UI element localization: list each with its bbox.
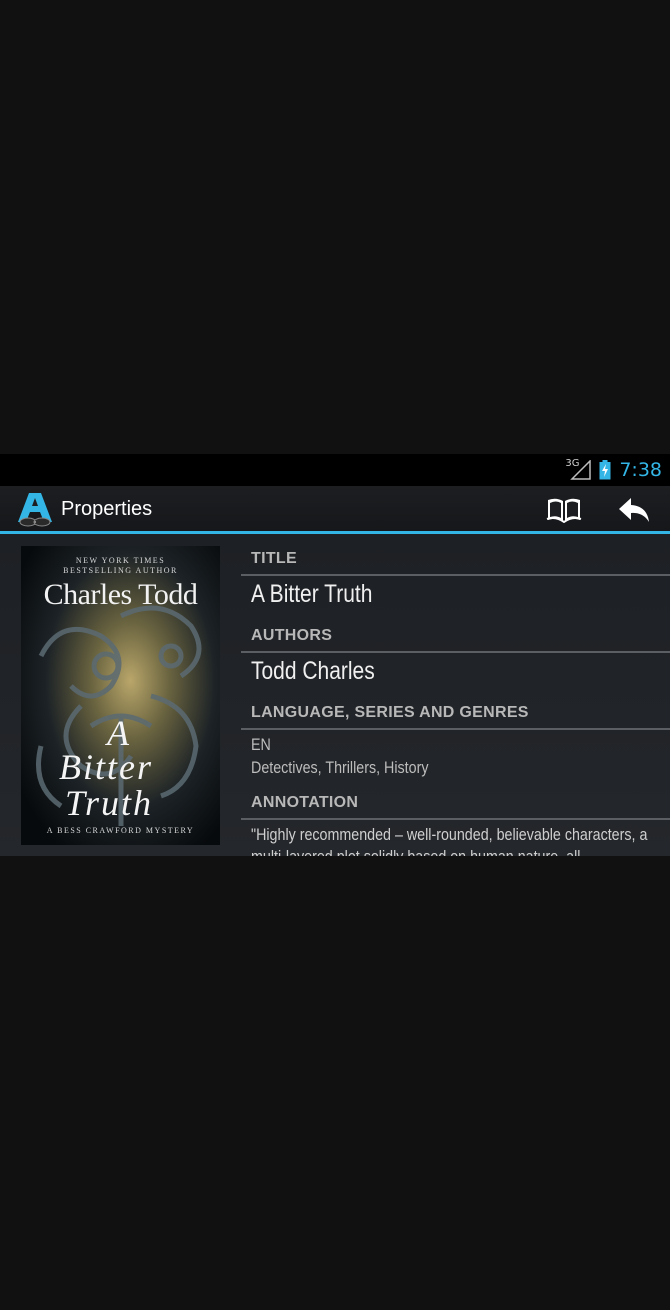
status-clock: 7:38 bbox=[619, 459, 662, 481]
title-header-label: TITLE bbox=[251, 550, 297, 567]
language-value: EN bbox=[251, 735, 271, 754]
page-title: Properties bbox=[61, 498, 153, 520]
cover-tagline: NEW YORK TIMES BESTSELLING AUTHOR bbox=[21, 556, 220, 576]
genres-value: Detectives, Thrillers, History bbox=[251, 758, 429, 777]
language-section-header: LANGUAGE, SERIES AND GENRES bbox=[241, 692, 670, 730]
network-signal-icon: 3G bbox=[565, 458, 592, 480]
cover-author: Charles Todd bbox=[43, 578, 198, 611]
cover-series: A BESS CRAWFORD MYSTERY bbox=[46, 826, 195, 835]
authors-value: Todd Charles bbox=[251, 657, 375, 685]
language-header-label: LANGUAGE, SERIES AND GENRES bbox=[251, 704, 529, 721]
annotation-text[interactable]: "Highly recommended – well-rounded, beli… bbox=[251, 824, 654, 856]
title-section-header: TITLE bbox=[241, 538, 670, 576]
battery-charging-icon bbox=[599, 460, 611, 480]
back-arrow-icon bbox=[619, 498, 649, 522]
annotation-header-label: ANNOTATION bbox=[251, 794, 359, 811]
open-book-button[interactable] bbox=[542, 492, 586, 528]
status-icons: 3G 7:38 bbox=[565, 458, 662, 482]
book-icon bbox=[546, 498, 582, 523]
cover-tagline-line1: NEW YORK TIMES bbox=[75, 556, 166, 565]
authors-section-header: AUTHORS bbox=[241, 615, 670, 653]
cover-tagline-line2: BESTSELLING AUTHOR bbox=[63, 566, 178, 575]
action-bar: Properties bbox=[0, 486, 670, 534]
properties-content: NEW YORK TIMES BESTSELLING AUTHOR Charle… bbox=[0, 534, 670, 856]
title-value: A Bitter Truth bbox=[251, 580, 373, 608]
annotation-section-header: ANNOTATION bbox=[241, 782, 670, 820]
app-logo-icon[interactable] bbox=[16, 492, 54, 528]
cover-title-line3: Truth bbox=[65, 783, 154, 823]
back-button[interactable] bbox=[612, 492, 656, 528]
book-cover: NEW YORK TIMES BESTSELLING AUTHOR Charle… bbox=[21, 546, 220, 845]
device-screen: 3G 7:38 Properties NEW YORK TIMES BESTSE… bbox=[0, 454, 670, 856]
status-bar: 3G 7:38 bbox=[0, 454, 670, 486]
authors-header-label: AUTHORS bbox=[251, 627, 333, 644]
